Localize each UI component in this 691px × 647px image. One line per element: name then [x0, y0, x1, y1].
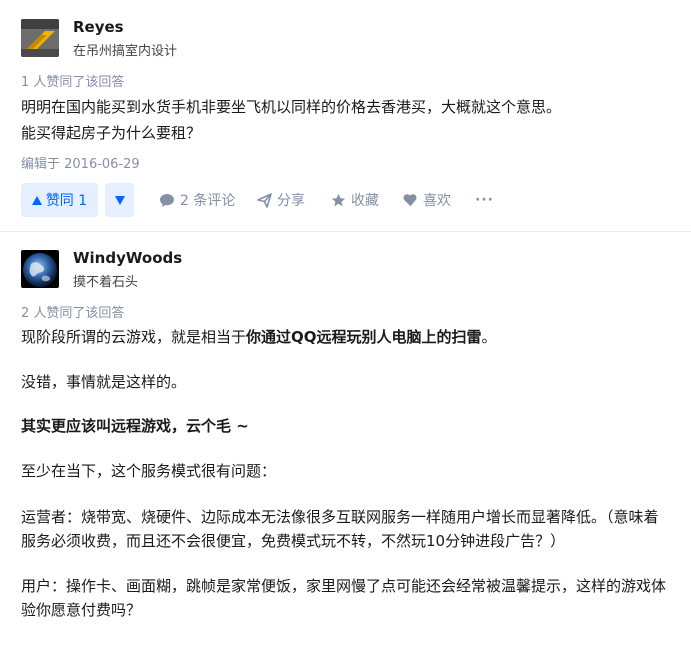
send-icon [257, 192, 272, 208]
paragraph: 其实更应该叫远程游戏，云个毛 ~ [21, 417, 249, 435]
paragraph: 能买得起房子为什么要租？ [21, 124, 202, 142]
vote-count-text: 1 人赞同了该回答 [21, 75, 125, 90]
collect-button[interactable]: 收藏 [331, 183, 379, 217]
avatar-image [21, 19, 59, 57]
author-name[interactable]: Reyes [73, 18, 124, 36]
collect-label: 收藏 [351, 193, 379, 209]
author-name[interactable]: WindyWoods [73, 249, 182, 267]
avatar[interactable] [21, 250, 59, 288]
more-button[interactable]: ··· [475, 183, 494, 217]
heart-icon [403, 194, 417, 207]
paragraph: 没错，事情就是这样的。 [21, 373, 187, 391]
share-label: 分享 [277, 193, 305, 209]
paragraph: 验你愿意付费吗？ [21, 601, 142, 619]
like-button[interactable]: 喜欢 [403, 183, 451, 217]
paragraph: 现阶段所谓的云游戏，就是相当于你通过QQ远程玩别人电脑上的扫雷。 [21, 325, 681, 349]
paragraph-bold-text: 你通过QQ远程玩别人电脑上的扫雷 [246, 328, 482, 346]
upvote-button[interactable]: 赞同 1 [21, 183, 98, 217]
paragraph: 运营者：烧带宽、烧硬件、边际成本无法像很多互联网服务一样随用户增长而显著降低。（… [21, 508, 659, 526]
avatar-image [21, 250, 59, 288]
divider [0, 231, 691, 232]
comments-button[interactable]: 2 条评论 [159, 183, 235, 217]
avatar[interactable] [21, 19, 59, 57]
paragraph: 用户：操作卡、画面糊，跳帧是家常便饭，家里网慢了点可能还会经常被温馨提示，这样的… [21, 577, 667, 595]
paragraph: 服务必须收费，而且还不会很便宜，免费模式玩不转，不然玩10分钟进段广告？） [21, 532, 566, 550]
author-bio: 摸不着石头 [73, 275, 139, 290]
paragraph: 至少在当下，这个服务模式很有问题： [21, 462, 277, 480]
edit-date[interactable]: 编辑于 2016-06-29 [21, 153, 140, 172]
comment-icon [160, 193, 174, 207]
paragraph-text: 现阶段所谓的云游戏，就是相当于 [21, 328, 247, 346]
vote-count-text: 2 人赞同了该回答 [21, 306, 125, 321]
star-icon [331, 193, 346, 206]
triangle-up-icon [31, 195, 42, 205]
comments-label: 2 条评论 [180, 193, 236, 209]
paragraph-text: 。 [481, 328, 497, 346]
like-label: 喜欢 [423, 193, 451, 209]
downvote-button[interactable] [105, 183, 134, 217]
author-bio: 在吊州搞室内设计 [73, 44, 178, 59]
share-button[interactable]: 分享 [257, 183, 305, 217]
more-icon: ··· [475, 192, 494, 208]
upvote-label: 赞同 1 [45, 193, 88, 209]
triangle-down-icon [114, 195, 125, 205]
paragraph: 明明在国内能买到水货手机非要坐飞机以同样的价格去香港买，大概就这个意思。 [21, 98, 562, 116]
